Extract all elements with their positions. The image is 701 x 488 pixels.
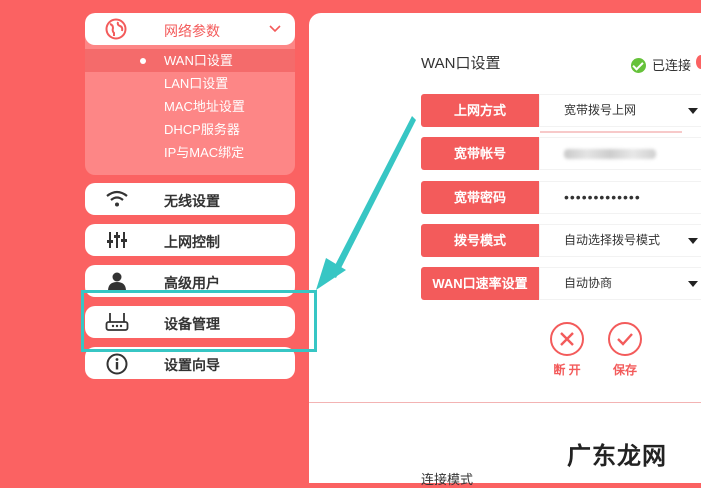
sidebar-item-label: 无线设置 xyxy=(164,193,220,209)
select-value: 宽带拨号上网 xyxy=(564,103,637,117)
sidebar-item-label: MAC地址设置 xyxy=(164,99,245,114)
field-wan-speed: WAN口速率设置 自动协商 xyxy=(421,267,701,300)
connection-type-select[interactable]: 宽带拨号上网 xyxy=(539,94,701,127)
sidebar-item-label: 上网控制 xyxy=(164,234,220,250)
active-dot-icon xyxy=(140,58,146,64)
save-button[interactable]: 保存 xyxy=(605,322,645,378)
field-label: 拨号模式 xyxy=(421,224,539,257)
network-params-header[interactable]: 网络参数 xyxy=(85,13,295,45)
field-label: 宽带帐号 xyxy=(421,137,539,170)
password-input[interactable]: ••••••••••••• xyxy=(539,181,701,214)
wan-speed-select[interactable]: 自动协商 xyxy=(539,267,701,300)
sidebar-item-label: 设置向导 xyxy=(164,357,220,373)
network-params-group: 网络参数 WAN口设置 LAN口设置 MAC地址设置 DHCP服务器 IP与MA… xyxy=(85,13,295,175)
section-divider xyxy=(309,402,701,403)
dropdown-arrow-icon[interactable] xyxy=(688,108,698,114)
sidebar-item-label: WAN口设置 xyxy=(164,53,233,68)
disconnect-button[interactable]: 断 开 xyxy=(547,322,587,378)
sidebar-item-ip-mac-bind[interactable]: IP与MAC绑定 xyxy=(85,141,295,164)
field-underline xyxy=(540,131,682,133)
sidebar-item-wireless[interactable]: 无线设置 xyxy=(85,183,295,215)
field-label: 上网方式 xyxy=(421,94,539,127)
watermark: 广东龙网 xyxy=(567,443,667,470)
status-indicator xyxy=(696,55,701,69)
connection-status: 已连接 xyxy=(631,55,691,74)
check-icon xyxy=(608,322,642,356)
sidebar-item-label: DHCP服务器 xyxy=(164,122,240,137)
dropdown-arrow-icon[interactable] xyxy=(688,281,698,287)
blurred-account-value xyxy=(564,148,656,159)
highlight-box xyxy=(81,290,317,352)
connection-mode-label: 连接模式 xyxy=(421,472,474,487)
sidebar-item-label: LAN口设置 xyxy=(164,76,229,91)
check-circle-icon xyxy=(631,58,646,73)
sidebar-item-mac[interactable]: MAC地址设置 xyxy=(85,95,295,118)
disconnect-label: 断 开 xyxy=(553,363,581,377)
select-value: 自动选择拨号模式 xyxy=(564,233,661,247)
dial-mode-select[interactable]: 自动选择拨号模式 xyxy=(539,224,701,257)
sidebar-item-dhcp[interactable]: DHCP服务器 xyxy=(85,118,295,141)
info-icon xyxy=(105,353,129,375)
sliders-icon xyxy=(105,230,129,250)
dropdown-arrow-icon[interactable] xyxy=(688,238,698,244)
field-password: 宽带密码 ••••••••••••• xyxy=(421,181,701,214)
sidebar-item-access-control[interactable]: 上网控制 xyxy=(85,224,295,256)
select-value: 自动协商 xyxy=(564,276,613,290)
field-label: 宽带密码 xyxy=(421,181,539,214)
chevron-down-icon[interactable] xyxy=(268,22,282,36)
account-input[interactable] xyxy=(539,137,701,170)
field-connection-type: 上网方式 宽带拨号上网 xyxy=(421,94,701,127)
field-label: WAN口速率设置 xyxy=(421,267,539,300)
close-icon xyxy=(550,322,584,356)
field-account: 宽带帐号 xyxy=(421,137,701,170)
sidebar-item-lan[interactable]: LAN口设置 xyxy=(85,72,295,95)
sidebar-item-label: IP与MAC绑定 xyxy=(164,145,245,160)
network-params-label: 网络参数 xyxy=(164,23,220,39)
page-title: WAN口设置 xyxy=(421,55,501,72)
wifi-icon xyxy=(105,189,129,209)
sidebar-item-wan[interactable]: WAN口设置 xyxy=(85,49,295,72)
save-label: 保存 xyxy=(612,363,637,377)
status-text: 已连接 xyxy=(652,58,692,73)
field-dial-mode: 拨号模式 自动选择拨号模式 xyxy=(421,224,701,257)
globe-icon xyxy=(105,18,127,40)
user-icon xyxy=(105,271,129,291)
